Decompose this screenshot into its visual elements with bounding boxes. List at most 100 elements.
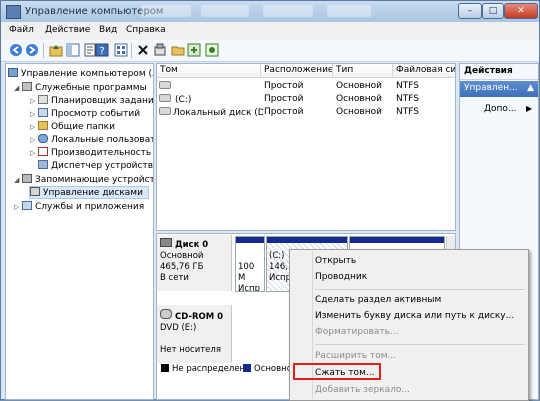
open-icon[interactable] — [171, 43, 185, 57]
taskbar-ghost — [141, 5, 191, 17]
volume-layout: Простой — [264, 107, 304, 117]
menu-file[interactable]: Файл — [9, 25, 34, 35]
menu-item-change-drive-letter[interactable]: Изменить букву диска или путь к диску... — [315, 311, 514, 321]
volume-type: Основной — [336, 94, 382, 104]
menu-item-mark-active[interactable]: Сделать раздел активным — [315, 295, 441, 305]
toolbar-separator — [131, 43, 132, 58]
disk-0-label[interactable]: Диск 0 Основной 465,76 ГБ В сети — [157, 235, 232, 291]
tree-item-label: Управление дисками — [43, 188, 143, 198]
expand-icon[interactable]: ▷ — [30, 149, 38, 157]
toolbar-separator — [43, 43, 44, 58]
tree-item-performance[interactable]: ▷ Производительность — [30, 147, 151, 158]
navigation-tree: Управление компьютером (л ◢ Служебные про… — [5, 63, 154, 400]
close-button[interactable]: ✕ — [504, 3, 538, 19]
expand-icon[interactable]: ▷ — [30, 97, 38, 105]
column-header-volume[interactable]: Том — [157, 64, 261, 78]
list-icon[interactable] — [114, 43, 128, 57]
legend-swatch-blue — [243, 364, 251, 372]
performance-icon — [38, 147, 48, 156]
menu-item-extend-volume[interactable]: Расширить том... — [315, 351, 396, 361]
disk-status: В сети — [160, 273, 189, 283]
legend-label: Не распределен — [172, 364, 246, 374]
actions-title: Действия — [460, 64, 538, 80]
tree-item-event-viewer[interactable]: ▷ Просмотр событий — [30, 108, 140, 119]
view-icon[interactable] — [205, 43, 219, 57]
actions-section-disk-management[interactable]: Управлен... ▲ — [460, 81, 538, 97]
legend-swatch-black — [161, 364, 169, 372]
tree-item-storage[interactable]: ◢ Запоминающие устройст — [14, 174, 154, 185]
actions-more-label: Допо... — [484, 104, 517, 114]
tree-root[interactable]: Управление компьютером (л — [8, 68, 153, 79]
forward-icon[interactable] — [25, 43, 39, 57]
back-icon[interactable] — [9, 43, 23, 57]
menu-item-add-mirror[interactable]: Добавить зеркало... — [315, 385, 410, 395]
column-header-layout[interactable]: Расположение — [261, 64, 333, 78]
title-bar[interactable]: Управление компьютером – □ ✕ — [1, 1, 539, 22]
volume-name: Локальный диск (D:) — [173, 108, 263, 118]
collapse-icon[interactable]: ◢ — [14, 84, 22, 92]
help-icon[interactable]: ? — [95, 43, 109, 57]
cdrom-icon — [160, 309, 172, 319]
expand-icon[interactable]: ▷ — [30, 123, 38, 131]
menu-help[interactable]: Справка — [126, 25, 166, 35]
volume-layout: Простой — [264, 94, 304, 104]
column-header-type[interactable]: Тип — [333, 64, 393, 78]
computer-management-window: Управление компьютером – □ ✕ Файл Действ… — [0, 0, 540, 401]
tree-item-task-scheduler[interactable]: ▷ Планировщик заданий — [30, 95, 153, 106]
tree-item-label: Службы и приложения — [35, 202, 145, 212]
tree-item-local-users[interactable]: ▷ Локальные пользовате — [30, 134, 153, 145]
storage-icon — [22, 174, 32, 183]
menu-item-format[interactable]: Форматировать... — [315, 327, 399, 337]
minimize-button[interactable]: – — [458, 3, 482, 19]
tree-item-disk-management[interactable]: Управление дисками — [29, 186, 149, 199]
expand-icon[interactable]: ▷ — [30, 136, 38, 144]
expand-icon[interactable]: ▷ — [30, 110, 38, 118]
expand-icon[interactable]: ▷ — [14, 203, 22, 211]
collapse-icon[interactable]: ◢ — [14, 176, 22, 184]
menu-bar: Файл Действие Вид Справка — [1, 22, 539, 40]
collapse-arrow-icon[interactable]: ▲ — [527, 81, 534, 96]
event-viewer-icon — [38, 108, 48, 117]
device-manager-icon — [38, 160, 48, 169]
legend-primary: Основно — [243, 364, 292, 374]
menu-action[interactable]: Действие — [45, 25, 90, 35]
menu-item-open[interactable]: Открыть — [315, 256, 356, 266]
tree-item-shared-folders[interactable]: ▷ Общие папки — [30, 121, 115, 132]
partition-status: Испр — [238, 284, 260, 292]
column-header-filesystem[interactable]: Файловая систе — [393, 64, 455, 78]
tree-item-label: Диспетчер устройств — [51, 161, 154, 171]
export-icon[interactable] — [187, 43, 201, 57]
shared-folder-icon — [38, 121, 48, 130]
table-row[interactable]: Локальный диск (D:) — [159, 107, 263, 118]
partition-bar — [267, 237, 347, 243]
menu-item-explorer[interactable]: Проводник — [315, 272, 367, 282]
tree-item-services[interactable]: ▷ Службы и приложения — [14, 201, 144, 212]
menu-separator — [315, 344, 525, 345]
tree-item-label: Общие папки — [51, 122, 115, 132]
disk-icon — [160, 238, 172, 247]
partition-system-reserved[interactable]: 100 М Испр — [235, 236, 265, 292]
table-row[interactable] — [159, 81, 259, 92]
actions-more[interactable]: Допо... — [484, 104, 517, 114]
up-icon[interactable] — [49, 43, 63, 57]
maximize-button[interactable]: □ — [482, 3, 504, 19]
computer-management-icon — [6, 5, 21, 19]
tree-item-device-manager[interactable]: Диспетчер устройств — [38, 160, 153, 171]
tools-icon — [22, 82, 32, 91]
settings-icon[interactable] — [153, 43, 167, 57]
show-tree-icon[interactable] — [66, 43, 80, 57]
volume-icon — [159, 81, 171, 89]
disk-status: Нет носителя — [160, 345, 221, 355]
users-icon — [38, 134, 48, 143]
menu-view[interactable]: Вид — [99, 25, 117, 35]
submenu-arrow-icon: ▶ — [526, 104, 533, 113]
services-icon — [22, 201, 32, 210]
computer-icon — [8, 68, 18, 77]
delete-icon[interactable] — [136, 43, 150, 57]
table-row[interactable]: (C:) — [159, 94, 259, 105]
legend-label: Основно — [254, 364, 292, 374]
toolbar: ? — [1, 40, 539, 62]
cdrom-0-label[interactable]: CD-ROM 0 DVD (E:) Нет носителя — [157, 305, 232, 363]
tree-item-label: Запоминающие устройст — [35, 175, 154, 185]
tree-item-system-tools[interactable]: ◢ Служебные программы — [14, 82, 147, 93]
